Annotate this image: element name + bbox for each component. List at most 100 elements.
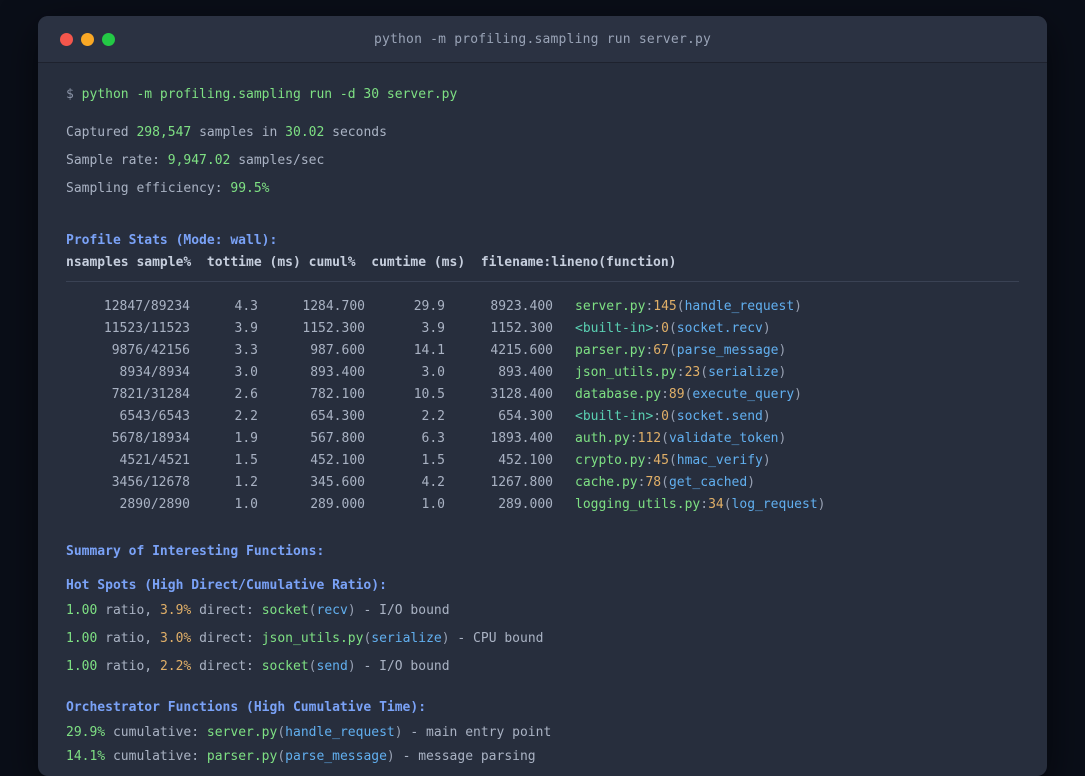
row-cumtime: 4215.600 — [490, 343, 553, 358]
command-line: $ python -m profiling.sampling run -d 30… — [66, 85, 1019, 105]
row-location: database.py:89(execute_query) — [575, 387, 802, 402]
row-location: parser.py:67(parse_message) — [575, 343, 787, 358]
hot-spot-item: 1.00 ratio, 2.2% direct: socket(send) - … — [66, 659, 450, 674]
function-name: recv — [316, 603, 348, 618]
file-name: json_utils.py — [575, 365, 677, 380]
line-number: 67 — [653, 343, 669, 358]
row-nsamples: 9876/42156 — [111, 343, 190, 358]
row-sample-pct: 3.3 — [234, 343, 258, 358]
file-name: database.py — [575, 387, 662, 402]
window-title: python -m profiling.sampling run server.… — [373, 31, 712, 47]
table-row: 4521/4521 1.5 452.100 1.5 452.100 crypto.py:4… — [66, 450, 1019, 472]
row-location: server.py:145(handle_request) — [575, 299, 802, 314]
file-name: parser.py — [575, 343, 646, 358]
hot-spots-list: 1.00 ratio, 3.9% direct: socket(recv) - … — [66, 597, 1019, 681]
row-tottime: 893.400 — [310, 365, 365, 380]
note: - message parsing — [394, 749, 536, 764]
maximize-window-button[interactable] — [102, 33, 115, 46]
line-number: 34 — [708, 497, 724, 512]
hot-spot-item: 1.00 ratio, 3.0% direct: json_utils.py(s… — [66, 631, 544, 646]
row-tottime: 782.100 — [310, 387, 365, 402]
sample-rate-value: 9,947.02 — [167, 153, 231, 168]
row-location: auth.py:112(validate_token) — [575, 431, 787, 446]
row-sample-pct: 3.0 — [234, 365, 258, 380]
stats-heading: Profile Stats (Mode: wall): — [66, 233, 278, 248]
efficiency-line: Sampling efficiency: 99.5% — [66, 181, 270, 196]
orchestrator-item: 29.9% cumulative: server.py(handle_reque… — [66, 725, 552, 740]
stats-table-header: nsamples sample% tottime (ms) cumul% cum… — [66, 255, 677, 270]
minimize-window-button[interactable] — [81, 33, 94, 46]
table-row: 9876/42156 3.3 987.600 14.1 4215.600 parser.p… — [66, 340, 1019, 362]
terminal-window: python -m profiling.sampling run server.… — [38, 16, 1047, 776]
table-row: 6543/6543 2.2 654.300 2.2 654.300 <built-in>:… — [66, 406, 1019, 428]
row-sample-pct: 1.5 — [234, 453, 258, 468]
function-name: socket.recv — [676, 321, 763, 336]
samples-count: 298,547 — [136, 125, 192, 140]
target-name: json_utils.py — [261, 631, 364, 646]
function-name: socket.send — [676, 409, 763, 424]
row-location: json_utils.py:23(serialize) — [575, 365, 787, 380]
function-name: validate_token — [668, 431, 779, 446]
row-nsamples: 8934/8934 — [119, 365, 190, 380]
line-number: 23 — [684, 365, 701, 380]
row-tottime: 345.600 — [310, 475, 365, 490]
target-name: parser.py — [206, 749, 278, 764]
command-text: python -m profiling.sampling run -d 30 s… — [81, 87, 458, 102]
row-cumul-pct: 6.3 — [421, 431, 445, 446]
row-nsamples: 5678/18934 — [111, 431, 190, 446]
orchestrators-heading: Orchestrator Functions (High Cumulative … — [66, 700, 427, 715]
note: - I/O bound — [355, 659, 450, 674]
row-nsamples: 2890/2890 — [119, 497, 190, 512]
table-row: 5678/18934 1.9 567.800 6.3 1893.400 auth.py:1… — [66, 428, 1019, 450]
row-cumul-pct: 3.9 — [421, 321, 445, 336]
row-tottime: 452.100 — [310, 453, 365, 468]
row-nsamples: 4521/4521 — [119, 453, 190, 468]
row-cumul-pct: 2.2 — [421, 409, 445, 424]
table-row: 12847/89234 4.3 1284.700 29.9 8923.400 server… — [66, 296, 1019, 318]
row-tottime: 1284.700 — [302, 299, 365, 314]
file-name: <built-in> — [575, 321, 654, 336]
row-nsamples: 12847/89234 — [103, 299, 190, 314]
row-sample-pct: 1.0 — [234, 497, 258, 512]
summary-heading: Summary of Interesting Functions: — [66, 544, 325, 559]
line-number: 78 — [645, 475, 662, 490]
row-cumtime: 893.400 — [498, 365, 553, 380]
row-cumtime: 654.300 — [498, 409, 553, 424]
row-tottime: 654.300 — [310, 409, 365, 424]
row-sample-pct: 3.9 — [234, 321, 258, 336]
target-name: socket — [261, 659, 309, 674]
row-location: <built-in>:0(socket.send) — [575, 409, 771, 424]
table-row: 8934/8934 3.0 893.400 3.0 893.400 json_utils.… — [66, 362, 1019, 384]
file-name: auth.py — [575, 431, 630, 446]
row-sample-pct: 2.6 — [234, 387, 258, 402]
table-row: 7821/31284 2.6 782.100 10.5 3128.400 database… — [66, 384, 1019, 406]
row-sample-pct: 1.9 — [234, 431, 258, 446]
line-number: 45 — [653, 453, 669, 468]
table-separator — [66, 281, 1019, 282]
direct-pct: 3.0% — [159, 631, 192, 646]
row-sample-pct: 2.2 — [234, 409, 258, 424]
function-name: parse_message — [676, 343, 779, 358]
direct-pct: 3.9% — [159, 603, 192, 618]
row-nsamples: 3456/12678 — [111, 475, 190, 490]
row-location: <built-in>:0(socket.recv) — [575, 321, 771, 336]
close-window-button[interactable] — [60, 33, 73, 46]
row-cumtime: 452.100 — [498, 453, 553, 468]
row-cumul-pct: 4.2 — [421, 475, 445, 490]
duration-seconds: 30.02 — [285, 125, 325, 140]
function-name: get_cached — [668, 475, 748, 490]
ratio-value: 1.00 — [66, 659, 98, 674]
ratio-value: 1.00 — [66, 631, 98, 646]
traffic-lights — [60, 33, 115, 46]
row-location: cache.py:78(get_cached) — [575, 475, 756, 490]
ratio-value: 1.00 — [66, 603, 98, 618]
row-nsamples: 11523/11523 — [103, 321, 190, 336]
row-location: logging_utils.py:34(log_request) — [575, 497, 826, 512]
function-name: send — [316, 659, 348, 674]
cumulative-pct: 29.9% — [66, 725, 106, 740]
row-cumtime: 8923.400 — [490, 299, 553, 314]
function-name: log_request — [731, 497, 818, 512]
function-name: serialize — [371, 631, 442, 646]
row-cumtime: 289.000 — [498, 497, 553, 512]
file-name: crypto.py — [575, 453, 646, 468]
